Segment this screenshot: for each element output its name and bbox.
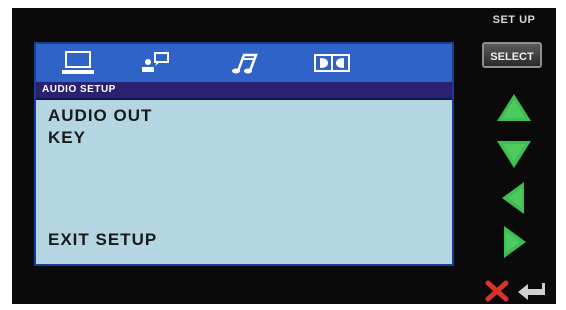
setup-menu-panel: AUDIO SETUP AUDIO OUT KEY EXIT SETUP — [34, 42, 454, 266]
tab-bar — [36, 44, 452, 82]
menu-item-key[interactable]: KEY — [48, 128, 86, 148]
device-screen: AUDIO SETUP AUDIO OUT KEY EXIT SETUP SET… — [12, 8, 556, 304]
side-control-panel: SET UP SELECT — [466, 8, 556, 304]
dolby-icon — [314, 54, 350, 72]
menu-item-audio-out[interactable]: AUDIO OUT — [48, 106, 152, 126]
monitor-icon — [62, 51, 94, 74]
down-arrow-icon — [497, 141, 531, 168]
select-button[interactable]: SELECT — [482, 42, 542, 68]
menu-list: AUDIO OUT KEY EXIT SETUP — [36, 100, 452, 264]
tab-general[interactable] — [54, 48, 102, 78]
tab-audio[interactable] — [222, 48, 270, 78]
left-arrow-icon — [502, 182, 524, 214]
down-arrow-button[interactable] — [494, 136, 534, 172]
right-arrow-button[interactable] — [494, 224, 534, 260]
setup-label: SET UP — [492, 14, 536, 26]
close-icon — [485, 280, 509, 302]
exit-setup-item[interactable]: EXIT SETUP — [48, 230, 157, 250]
person-speech-icon — [142, 52, 169, 72]
left-arrow-button[interactable] — [494, 180, 534, 216]
music-note-icon — [232, 53, 258, 74]
section-title: AUDIO SETUP — [36, 82, 452, 100]
up-arrow-icon — [497, 94, 531, 121]
close-button[interactable] — [484, 280, 510, 307]
return-button[interactable] — [516, 280, 546, 307]
return-icon — [518, 283, 545, 300]
up-arrow-button[interactable] — [494, 90, 534, 126]
tab-language[interactable] — [132, 48, 180, 78]
right-arrow-icon — [504, 226, 526, 258]
tab-dolby[interactable] — [308, 48, 356, 78]
